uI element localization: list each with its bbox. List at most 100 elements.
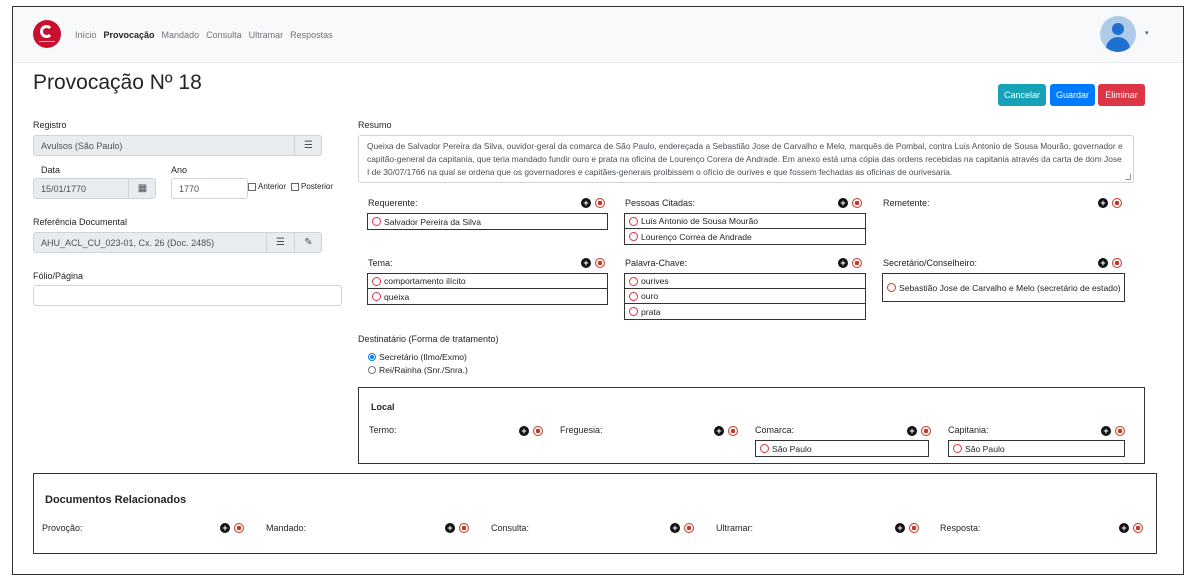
- add-remetente-icon[interactable]: +: [1098, 198, 1108, 208]
- nav-respostas[interactable]: Respostas: [290, 30, 333, 40]
- delete-comarca-icon[interactable]: [921, 426, 931, 436]
- delete-capitania-icon[interactable]: [1115, 426, 1125, 436]
- referencia-field[interactable]: AHU_ACL_CU_023-01, Cx. 26 (Doc. 2485) ☰ …: [33, 232, 322, 253]
- remove-circle-icon[interactable]: [372, 217, 381, 226]
- item-label: São Paulo: [772, 443, 812, 454]
- remove-circle-icon[interactable]: [953, 444, 962, 453]
- delete-freguesia-icon[interactable]: [728, 426, 738, 436]
- delete-consulta-icon[interactable]: [684, 523, 694, 533]
- consulta-label: Consulta:: [491, 523, 530, 533]
- add-provocao-icon[interactable]: +: [220, 523, 230, 533]
- remove-circle-icon[interactable]: [760, 444, 769, 453]
- delete-palavra-icon[interactable]: [852, 258, 862, 268]
- delete-requerente-icon[interactable]: [595, 198, 605, 208]
- resize-handle[interactable]: [1125, 174, 1131, 180]
- remove-circle-icon[interactable]: [372, 276, 381, 286]
- nav-provocacao[interactable]: Provocação: [104, 30, 155, 40]
- remove-circle-icon[interactable]: [629, 216, 638, 226]
- freguesia-label: Freguesia:: [560, 425, 603, 435]
- add-resposta-icon[interactable]: +: [1119, 523, 1129, 533]
- delete-provocao-icon[interactable]: [234, 523, 244, 533]
- delete-remetente-icon[interactable]: [1112, 198, 1122, 208]
- radio-rei[interactable]: Rei/Rainha (Snr./Snra.): [368, 365, 468, 375]
- nav-mandado[interactable]: Mandado: [162, 30, 200, 40]
- add-mandado-icon[interactable]: +: [445, 523, 455, 533]
- list-item[interactable]: ourives: [625, 274, 865, 289]
- add-capitania-icon[interactable]: +: [1101, 426, 1111, 436]
- save-button[interactable]: Guardar: [1050, 84, 1095, 106]
- remove-circle-icon[interactable]: [629, 307, 638, 316]
- list-item[interactable]: queixa: [368, 289, 607, 304]
- anterior-box[interactable]: [248, 182, 256, 191]
- radio-secretario[interactable]: Secretário (Ilmo/Exmo): [368, 352, 467, 362]
- delete-button[interactable]: Eliminar: [1098, 84, 1145, 106]
- add-freguesia-icon[interactable]: +: [714, 426, 724, 436]
- registro-field[interactable]: Avulsos (São Paulo) ☰: [33, 135, 322, 156]
- list-item[interactable]: Salvador Pereira da Silva: [368, 214, 607, 229]
- list-item[interactable]: São Paulo: [756, 441, 928, 456]
- add-tema-icon[interactable]: +: [581, 258, 591, 268]
- palavra-label: Palavra-Chave:: [625, 258, 688, 268]
- remove-circle-icon[interactable]: [372, 292, 381, 301]
- nav-consulta[interactable]: Consulta: [206, 30, 242, 40]
- add-comarca-icon[interactable]: +: [907, 426, 917, 436]
- anterior-checkbox[interactable]: Anterior: [248, 182, 286, 191]
- tema-label: Tema:: [368, 258, 393, 268]
- delete-pessoa-icon[interactable]: [852, 198, 862, 208]
- list-item[interactable]: São Paulo: [949, 441, 1124, 456]
- delete-resposta-icon[interactable]: [1133, 523, 1143, 533]
- referencia-label: Referência Documental: [33, 217, 128, 227]
- capitania-list: São Paulo: [948, 440, 1125, 457]
- logo[interactable]: [33, 20, 61, 48]
- nav-inicio[interactable]: Início: [75, 30, 97, 40]
- add-palavra-icon[interactable]: +: [838, 258, 848, 268]
- radio-secretario-dot[interactable]: [368, 353, 376, 361]
- remove-circle-icon[interactable]: [629, 276, 638, 286]
- list-item[interactable]: ouro: [625, 289, 865, 304]
- list-item[interactable]: Luis Antonio de Sousa Mourão: [625, 214, 865, 229]
- add-pessoa-icon[interactable]: +: [838, 198, 848, 208]
- user-avatar-icon[interactable]: [1100, 16, 1136, 52]
- mandado-label: Mandado:: [266, 523, 307, 533]
- delete-secretario-icon[interactable]: [1112, 258, 1122, 268]
- posterior-box[interactable]: [291, 182, 299, 191]
- comarca-label: Comarca:: [755, 425, 795, 435]
- posterior-checkbox[interactable]: Posterior: [291, 182, 333, 191]
- ano-field[interactable]: 1770: [171, 178, 248, 199]
- nav-ultramar[interactable]: Ultramar: [249, 30, 284, 40]
- delete-ultramar-icon[interactable]: [909, 523, 919, 533]
- list-icon[interactable]: ☰: [294, 135, 322, 156]
- item-label: ouro: [641, 291, 659, 301]
- item-label: prata: [641, 306, 661, 317]
- list-icon[interactable]: ☰: [266, 232, 294, 253]
- add-termo-icon[interactable]: +: [519, 426, 529, 436]
- add-consulta-icon[interactable]: +: [670, 523, 680, 533]
- list-item[interactable]: prata: [625, 304, 865, 319]
- brush-icon[interactable]: ✎: [294, 232, 322, 253]
- delete-tema-icon[interactable]: [595, 258, 605, 268]
- secretario-label: Secretário/Conselheiro:: [883, 258, 978, 268]
- remove-circle-icon[interactable]: [629, 232, 638, 241]
- delete-termo-icon[interactable]: [533, 426, 543, 436]
- cancel-button[interactable]: Cancelar: [998, 84, 1046, 106]
- list-item[interactable]: Lourenço Correa de Andrade: [625, 229, 865, 244]
- remove-circle-icon[interactable]: [629, 291, 638, 301]
- add-requerente-icon[interactable]: +: [581, 198, 591, 208]
- calendar-icon[interactable]: ▦: [128, 178, 156, 199]
- remove-circle-icon[interactable]: [887, 283, 896, 292]
- folio-input[interactable]: [33, 285, 342, 306]
- list-item[interactable]: Sebastião Jose de Carvalho e Melo (secre…: [883, 274, 1124, 301]
- chevron-down-icon[interactable]: ▾: [1145, 29, 1149, 37]
- add-secretario-icon[interactable]: +: [1098, 258, 1108, 268]
- registro-value: Avulsos (São Paulo): [41, 140, 123, 151]
- radio-rei-dot[interactable]: [368, 366, 376, 374]
- delete-mandado-icon[interactable]: [459, 523, 469, 533]
- list-item[interactable]: comportamento ilícito: [368, 274, 607, 289]
- radio-secretario-label: Secretário (Ilmo/Exmo): [379, 352, 467, 362]
- nav-links: Início Provocação Mandado Consulta Ultra…: [75, 30, 333, 40]
- add-ultramar-icon[interactable]: +: [895, 523, 905, 533]
- data-field[interactable]: 15/01/1770 ▦: [33, 178, 156, 199]
- folio-label: Fólio/Página: [33, 271, 84, 281]
- resumo-textarea[interactable]: Queixa de Salvador Pereira da Silva, ouv…: [358, 135, 1134, 183]
- documentos-title: Documentos Relacionados: [45, 494, 187, 506]
